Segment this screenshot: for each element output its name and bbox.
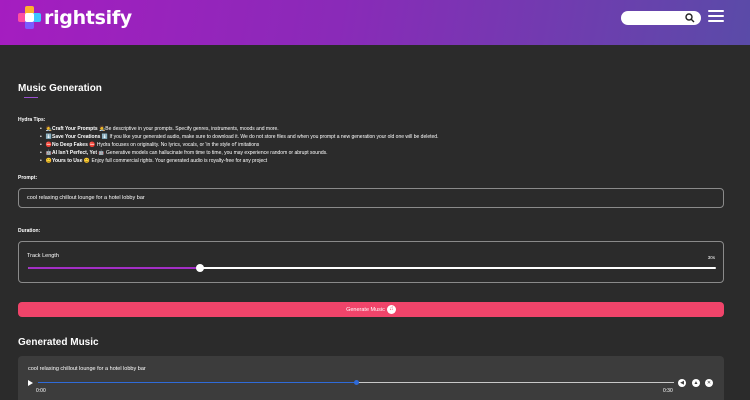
site-header: rightsify [0, 0, 750, 45]
generate-button-label: Generate Music [346, 306, 385, 313]
generate-music-button[interactable]: Generate Music ♫ [18, 302, 724, 317]
playback-progress[interactable] [38, 380, 674, 385]
page-title: Music Generation [18, 83, 102, 94]
rightsify-logo[interactable]: rightsify [18, 6, 132, 30]
logo-text: rightsify [44, 7, 132, 29]
list-item: 😊Yours to Use 😊 Enjoy full commercial ri… [40, 157, 438, 165]
progress-fill [38, 382, 356, 383]
tips-label: Hydra Tips: [18, 117, 46, 123]
progress-thumb[interactable] [353, 380, 359, 385]
download-icon[interactable]: ▲ [692, 379, 700, 387]
list-item: 🧑‍🎨Craft Your Prompts 🧑‍🎨Be descriptive … [40, 125, 438, 133]
close-icon[interactable]: ✕ [705, 379, 713, 387]
track-length-label: Track Length [27, 253, 59, 259]
volume-icon[interactable]: ◀ [678, 379, 686, 387]
list-item: 🤖AI Isn't Perfect, Yet 🤖 Generative mode… [40, 149, 438, 157]
search-icon[interactable] [685, 13, 695, 23]
hamburger-menu-icon[interactable] [708, 10, 724, 24]
track-title: cool relaxing chillout lounge for a hote… [28, 366, 146, 372]
track-length-slider[interactable] [28, 264, 716, 272]
time-total: 0:30 [663, 388, 673, 394]
track-length-value: 30s [707, 255, 715, 260]
prompt-input[interactable] [18, 188, 724, 208]
search-box[interactable] [621, 11, 701, 25]
list-item: ⬇️Save Your Creations ⬇️ If you like you… [40, 133, 439, 141]
audio-player: cool relaxing chillout lounge for a hote… [18, 356, 724, 400]
duration-label: Duration: [18, 228, 41, 234]
slider-fill [28, 267, 200, 269]
time-current: 0:00 [36, 388, 46, 394]
tips-list: 🧑‍🎨Craft Your Prompts 🧑‍🎨Be descriptive … [40, 125, 439, 165]
list-item: ⛔No Deep Fakes ⛔ Hydra focuses on origin… [40, 141, 438, 149]
play-icon[interactable] [28, 380, 33, 386]
slider-thumb[interactable] [196, 264, 204, 272]
generated-section-title: Generated Music [18, 337, 99, 348]
duration-panel: Track Length 30s [18, 241, 724, 283]
music-note-icon: ♫ [386, 305, 396, 314]
title-underline [24, 97, 38, 98]
logo-mark-icon [18, 6, 42, 30]
prompt-label: Prompt: [18, 175, 38, 181]
